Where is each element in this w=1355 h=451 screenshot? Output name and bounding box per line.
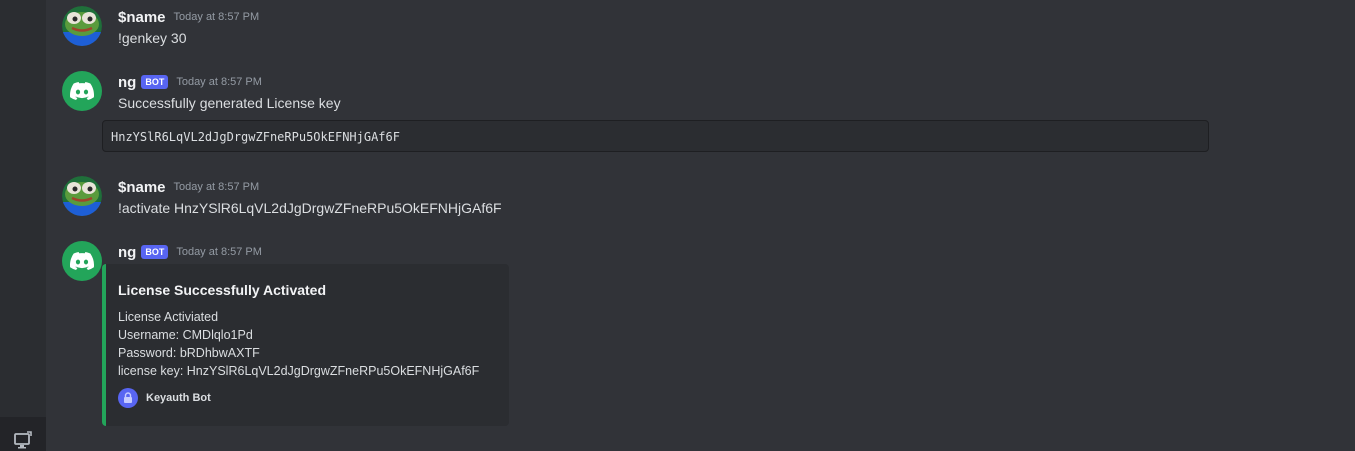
- author-name[interactable]: $name: [118, 9, 166, 26]
- message-text: !genkey 30: [118, 30, 187, 46]
- message-text: Successfully generated License key: [118, 95, 341, 111]
- monitor-icon[interactable]: [13, 430, 33, 450]
- embed-line: Password: bRDhbwAXTF: [118, 346, 260, 360]
- frog-avatar-icon[interactable]: [62, 6, 102, 46]
- lock-icon: [118, 388, 138, 408]
- embed-footer: Keyauth Bot: [118, 388, 497, 408]
- author-name[interactable]: $name: [118, 179, 166, 196]
- embed-description: License Activiated Username: CMDlqlo1Pd …: [118, 308, 497, 380]
- discord-icon[interactable]: [62, 71, 102, 111]
- embed-line: Username: CMDlqlo1Pd: [118, 328, 253, 342]
- embed-footer-text: Keyauth Bot: [146, 392, 211, 404]
- left-rail: [0, 0, 46, 451]
- embed-title: License Successfully Activated: [118, 282, 327, 298]
- author-name[interactable]: ng: [118, 244, 136, 261]
- timestamp: Today at 8:57 PM: [176, 76, 262, 88]
- code-block[interactable]: HnzYSlR6LqVL2dJgDrgwZFneRPu5OkEFNHjGAf6F: [102, 120, 1209, 152]
- frog-avatar-icon[interactable]: [62, 176, 102, 216]
- embed-line: License Activiated: [118, 310, 219, 324]
- author-name[interactable]: ng: [118, 74, 136, 91]
- message-text: !activate HnzYSlR6LqVL2dJgDrgwZFneRPu5Ok…: [118, 200, 502, 216]
- embed-line: license key: HnzYSlR6LqVL2dJgDrgwZFneRPu…: [118, 364, 480, 378]
- bot-tag: BOT: [141, 75, 169, 89]
- chat-area: $name Today at 8:57 PM !genkey 30 ng BOT…: [46, 0, 1355, 451]
- discord-icon[interactable]: [62, 241, 102, 281]
- timestamp: Today at 8:57 PM: [176, 246, 262, 258]
- timestamp: Today at 8:57 PM: [173, 11, 260, 23]
- timestamp: Today at 8:57 PM: [173, 181, 260, 193]
- embed-card: License Successfully Activated License A…: [102, 264, 509, 426]
- bot-tag: BOT: [141, 245, 169, 259]
